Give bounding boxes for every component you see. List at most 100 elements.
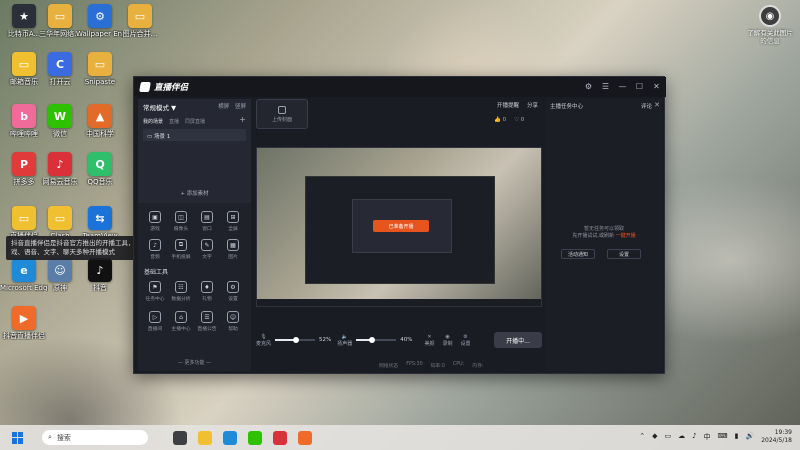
go-live-button[interactable]: 开播中... bbox=[494, 332, 542, 348]
tab-live[interactable]: 直播 bbox=[169, 118, 179, 125]
tool-button[interactable]: ▣ 游戏 bbox=[142, 211, 168, 232]
settings-icon[interactable]: ⚙ bbox=[583, 81, 594, 92]
tool-button[interactable]: ▤ 窗口 bbox=[194, 211, 220, 232]
taskbar-app-icon[interactable] bbox=[223, 430, 237, 445]
tool-label: 摄像头 bbox=[173, 227, 189, 232]
tool-button[interactable]: ✎ 文字 bbox=[194, 239, 220, 260]
beauty-control[interactable]: ✕ 美颜 bbox=[425, 334, 435, 347]
taskbar-app-icon[interactable] bbox=[273, 430, 287, 445]
tool-label: 任务中心 bbox=[145, 297, 165, 302]
desktop-icon[interactable]: ▭ Snipaste bbox=[76, 52, 124, 86]
tray-icon[interactable]: 🔊 bbox=[746, 432, 755, 442]
activity-notice-button[interactable]: 活动通知 bbox=[561, 249, 595, 259]
live-reminder-link[interactable]: 开播提醒 bbox=[497, 101, 519, 109]
tool-button[interactable]: ☰ 直播公告 bbox=[194, 311, 220, 332]
tool-label: 手机投屏 bbox=[171, 255, 191, 260]
empty-message-line2: 先开播试试,或刷新 一键开播 bbox=[546, 233, 662, 240]
orientation-links: 横屏 竖屏 bbox=[214, 102, 246, 110]
app-icon: ⚙ bbox=[88, 4, 112, 28]
portrait-link[interactable]: 竖屏 bbox=[235, 104, 246, 110]
close-button[interactable]: ✕ bbox=[651, 81, 662, 92]
settings-label: 设置 bbox=[460, 340, 471, 347]
left-panel: 常规模式 ▼ 横屏 竖屏 我的场景 直播 同屏直播 + ▭ 场景 1 + 添加素… bbox=[138, 99, 251, 371]
preview-ready-button: 已准备开播 bbox=[373, 220, 429, 232]
taskbar-app-icon[interactable] bbox=[173, 430, 187, 445]
app-icon: ▭ bbox=[12, 206, 36, 230]
tray-icon[interactable]: ♪ bbox=[692, 432, 696, 442]
desktop-icon[interactable]: ▲ 中国科学 bbox=[76, 104, 124, 138]
preview-nested-window-2: 已准备开播 bbox=[352, 199, 452, 253]
minimize-button[interactable]: — bbox=[617, 81, 628, 92]
tool-button[interactable]: ⧉ 手机投屏 bbox=[168, 239, 194, 260]
comments-link[interactable]: 评论 bbox=[641, 102, 652, 110]
upload-cover-button[interactable]: 上传封面 bbox=[256, 99, 308, 129]
record-label: 录制 bbox=[442, 340, 453, 347]
tray-icon[interactable]: 中 bbox=[704, 432, 711, 442]
tray-icon[interactable]: ⌃ bbox=[639, 432, 645, 442]
record-control[interactable]: ◉ 录制 bbox=[443, 334, 453, 347]
start-button[interactable] bbox=[12, 431, 24, 444]
menu-icon[interactable]: ☰ bbox=[600, 81, 611, 92]
close-icon[interactable]: ✕ bbox=[654, 101, 660, 109]
taskbar-search[interactable]: ⌕ 搜索 bbox=[42, 430, 148, 445]
tool-button[interactable]: ▦ 图片 bbox=[220, 239, 246, 260]
tray-icon[interactable]: ◆ bbox=[652, 432, 657, 442]
tool-button[interactable]: ⌂ 主播中心 bbox=[168, 311, 194, 332]
more-tools-link[interactable]: — 更多功能 — bbox=[138, 359, 251, 366]
tray-icon[interactable]: ▮ bbox=[735, 432, 739, 442]
beauty-label: 美颜 bbox=[424, 340, 435, 347]
speaker-control[interactable]: 🔈 扬声器 bbox=[337, 334, 352, 347]
taskbar-app-icon[interactable] bbox=[248, 430, 262, 445]
tray-icon[interactable]: ▭ bbox=[664, 432, 671, 442]
mic-control[interactable]: 🎙 麦克风 bbox=[256, 334, 271, 347]
share-link[interactable]: 分享 bbox=[527, 101, 538, 109]
taskbar-app-icon[interactable] bbox=[298, 430, 312, 445]
tool-button[interactable]: ⚑ 任务中心 bbox=[142, 281, 168, 302]
speaker-slider[interactable] bbox=[356, 337, 397, 343]
tool-icon: ♦ bbox=[201, 281, 213, 293]
window-controls: ⚙ ☰ — ☐ ✕ bbox=[583, 81, 662, 92]
status-cpu: CPU: bbox=[452, 362, 465, 367]
settings-control[interactable]: ⚙ 设置 bbox=[461, 334, 471, 347]
landscape-link[interactable]: 横屏 bbox=[218, 104, 229, 110]
tool-button[interactable]: ☷ 数据分析 bbox=[168, 281, 194, 302]
desktop-icon[interactable]: ⇆TeamView bbox=[76, 206, 124, 240]
add-scene-icon[interactable]: + bbox=[239, 115, 246, 124]
add-source-button[interactable]: + 添加素材 bbox=[138, 189, 251, 197]
clock[interactable]: 19:39 2024/5/18 bbox=[761, 429, 792, 445]
tab-same-screen[interactable]: 同屏直播 bbox=[185, 118, 205, 125]
tray-icon[interactable]: ☁ bbox=[678, 432, 685, 442]
mode-dropdown[interactable]: 常规模式 ▼ bbox=[143, 102, 176, 112]
desktop-icon-label: Snipaste bbox=[84, 78, 116, 86]
tool-button[interactable]: ♦ 礼物 bbox=[194, 281, 220, 302]
speaker-slider-knob[interactable] bbox=[369, 337, 376, 343]
taskbar-app-icon[interactable] bbox=[198, 430, 212, 445]
tool-button[interactable]: ▷ 直播间 bbox=[142, 311, 168, 332]
app-icon: Q bbox=[88, 152, 112, 176]
desktop-icon[interactable]: ▭ 图片合并... bbox=[116, 4, 164, 38]
app-icon: e bbox=[12, 258, 36, 282]
upload-cover-label: 上传封面 bbox=[271, 116, 292, 123]
tool-button[interactable]: ⊞ 全屏 bbox=[220, 211, 246, 232]
speaker-label: 扬声器 bbox=[337, 340, 353, 347]
tray-icon[interactable]: ⌨ bbox=[718, 432, 728, 442]
tool-button[interactable]: ⚙ 设置 bbox=[220, 281, 246, 302]
stream-preview[interactable]: 已准备开播 bbox=[256, 147, 542, 307]
mic-slider-knob[interactable] bbox=[292, 337, 299, 343]
desktop-icon[interactable]: ♪ 抖音 bbox=[76, 258, 124, 292]
tab-my-scenes[interactable]: 我的场景 bbox=[143, 118, 163, 125]
task-settings-button[interactable]: 设置 bbox=[607, 249, 641, 259]
desktop-icon[interactable]: Q QQ音乐 bbox=[76, 152, 124, 186]
tool-button[interactable]: ☺ 帮助 bbox=[220, 311, 246, 332]
desktop-icon[interactable]: ▶ 抖音直播伴侣 bbox=[0, 306, 48, 340]
desktop-icon-label: 抖音直播伴侣 bbox=[3, 332, 45, 340]
tool-button[interactable]: ♪ 音频 bbox=[142, 239, 168, 260]
maximize-button[interactable]: ☐ bbox=[634, 81, 645, 92]
tool-button[interactable]: ◫ 摄像头 bbox=[168, 211, 194, 232]
mic-slider[interactable] bbox=[275, 337, 316, 343]
scene-item[interactable]: ▭ 场景 1 bbox=[143, 129, 246, 141]
wallpaper-info-shortcut[interactable]: ◉ 了解有关此图片的信息 bbox=[746, 5, 794, 45]
system-tray: ⌃ ◆ ▭ ☁ ♪ 中 ⌨ ▮ 🔊 19:39 2024/5/18 bbox=[639, 429, 792, 445]
one-click-live-link[interactable]: 一键开播 bbox=[616, 233, 636, 239]
status-fps: FPS:30 bbox=[406, 362, 423, 367]
